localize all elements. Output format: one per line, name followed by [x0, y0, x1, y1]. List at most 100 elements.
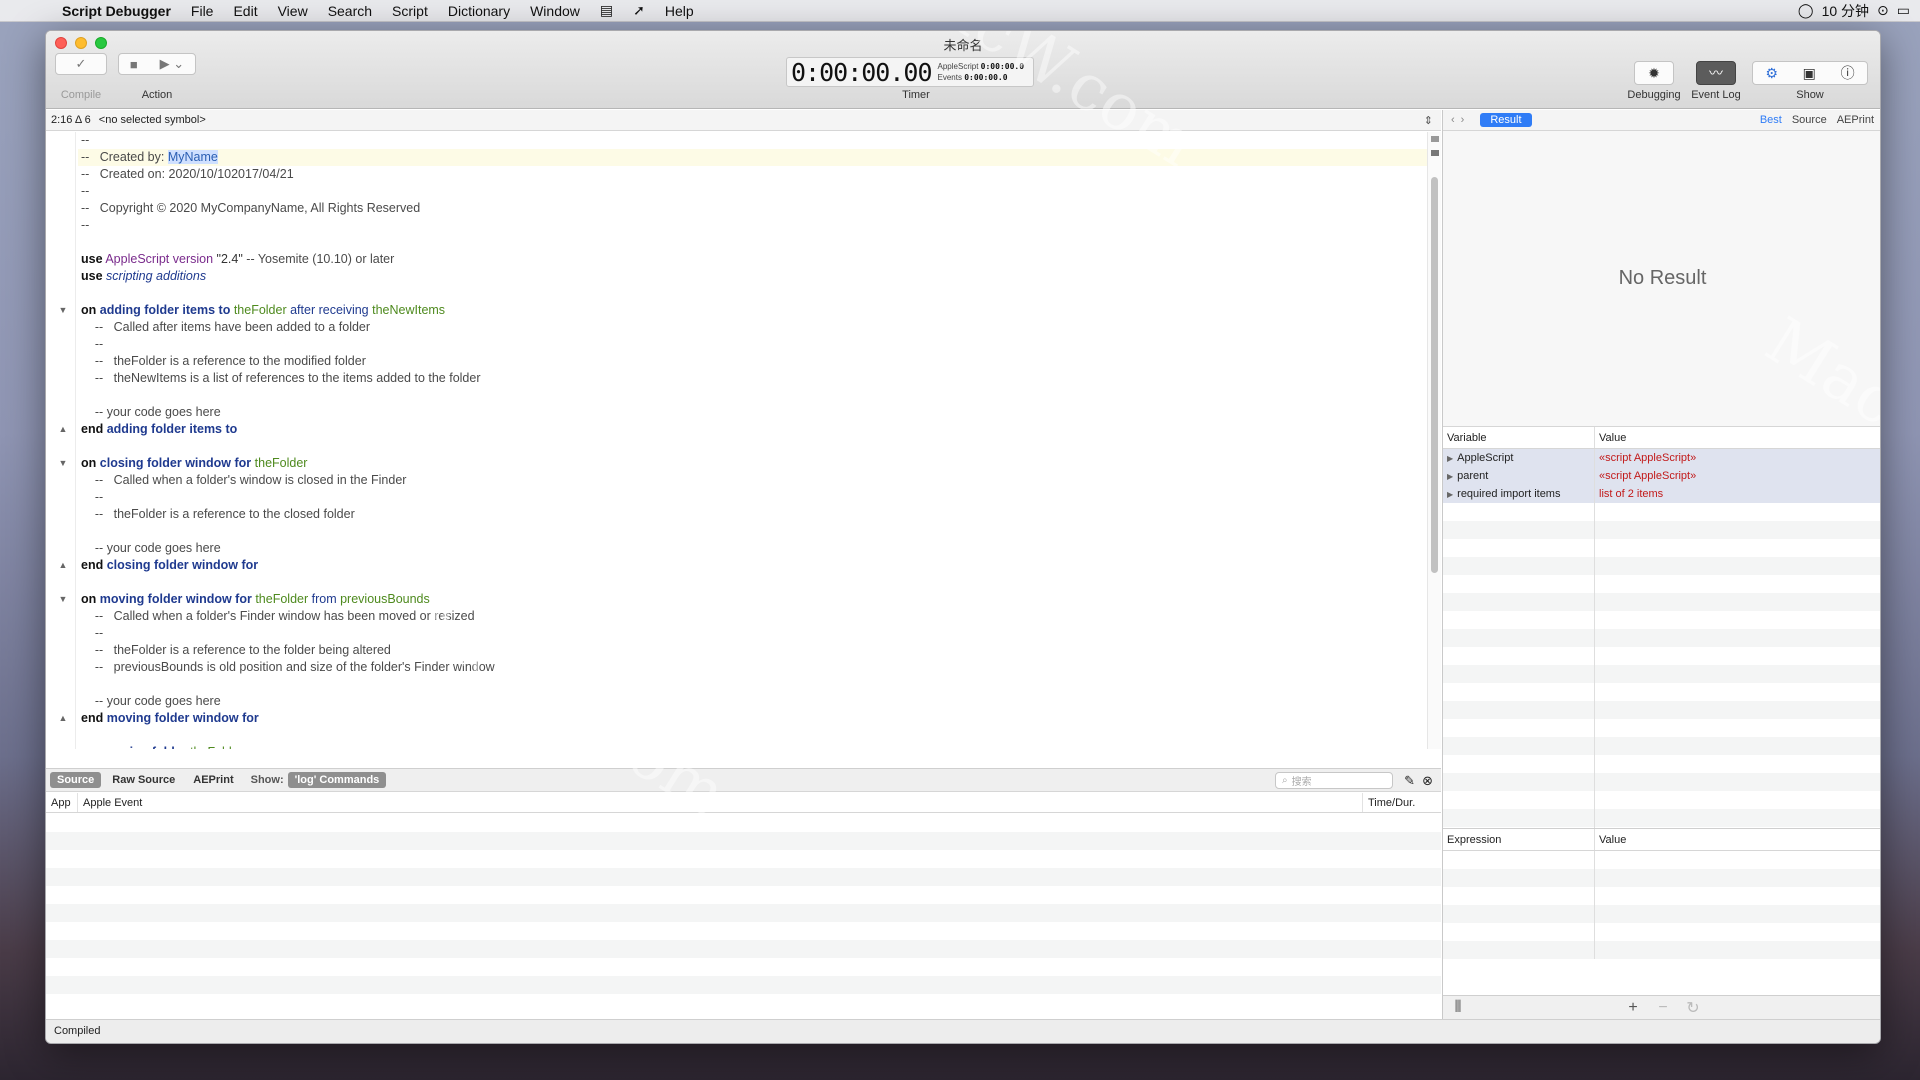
run-icon[interactable]: ▶ ⌄: [160, 56, 185, 72]
variables-table[interactable]: Variable Value ▶ AppleScript «script Appl…: [1443, 427, 1880, 829]
fold-toggle-icon[interactable]: ▼: [56, 591, 70, 608]
code-line[interactable]: -- theNewItems is a list of references t…: [78, 370, 1427, 387]
menu-help[interactable]: Help: [655, 3, 704, 19]
editor-scroll-thumb[interactable]: [1431, 177, 1438, 573]
log-tab-raw-source[interactable]: Raw Source: [105, 772, 182, 788]
code-line[interactable]: end adding folder items to ▲: [59, 421, 1427, 438]
script-menu-icon[interactable]: ▤: [590, 2, 623, 19]
event-log-button[interactable]: 〰: [1696, 61, 1736, 85]
tab-source[interactable]: Source: [1792, 114, 1827, 126]
disclosure-triangle-icon[interactable]: ▶: [1447, 454, 1453, 463]
code-line[interactable]: [78, 676, 1427, 693]
expression-column-header[interactable]: Expression: [1443, 829, 1595, 850]
code-line[interactable]: on closing folder window for theFolder ▼: [59, 455, 1427, 472]
action-button-group[interactable]: ■ ▶ ⌄: [118, 53, 196, 75]
code-line[interactable]: --: [78, 132, 1427, 149]
code-line[interactable]: [78, 387, 1427, 404]
menu-window[interactable]: Window: [520, 3, 590, 19]
control-center-icon[interactable]: ▭: [1897, 2, 1910, 19]
code-line[interactable]: --: [78, 217, 1427, 234]
menu-search[interactable]: Search: [318, 3, 382, 19]
menu-view[interactable]: View: [268, 3, 318, 19]
back-arrow-icon[interactable]: ‹: [1451, 114, 1455, 126]
code-line[interactable]: -- theFolder is a reference to the modif…: [78, 353, 1427, 370]
drag-handle-icon[interactable]: ⦀: [1443, 999, 1473, 1017]
menu-file[interactable]: File: [181, 3, 224, 19]
code-line[interactable]: end closing folder window for ▲: [59, 557, 1427, 574]
code-line[interactable]: -- Called when a folder's Finder window …: [78, 608, 1427, 625]
fold-toggle-icon[interactable]: ▲: [56, 710, 70, 727]
show-button-group[interactable]: ⚙ ▣ ⓘ: [1752, 61, 1868, 85]
notification-icon[interactable]: ◯: [1798, 2, 1814, 19]
code-line[interactable]: on opening folder theFolder▼: [59, 744, 1427, 749]
tab-aeprint[interactable]: AEPrint: [1837, 114, 1874, 126]
code-line[interactable]: -- Called when a folder's window is clos…: [78, 472, 1427, 489]
variable-row[interactable]: ▶ required import items list of 2 items: [1443, 485, 1880, 503]
clear-log-icon[interactable]: ⊗: [1422, 773, 1433, 789]
compile-button[interactable]: ✓: [55, 53, 107, 75]
menu-script[interactable]: Script: [382, 3, 438, 19]
toolbox-icon[interactable]: ▣: [1803, 65, 1816, 82]
status-icon[interactable]: ⊙: [1877, 2, 1889, 19]
column-apple-event[interactable]: Apple Event: [78, 793, 1363, 812]
code-line[interactable]: --: [78, 336, 1427, 353]
code-line[interactable]: -- theFolder is a reference to the close…: [78, 506, 1427, 523]
info-icon[interactable]: ⓘ: [1841, 63, 1855, 83]
code-editor[interactable]: -- -- Created by: MyName -- Created on: 20…: [46, 132, 1441, 749]
column-app[interactable]: App: [46, 793, 78, 812]
value-column-header[interactable]: Value: [1595, 427, 1880, 448]
expressions-table[interactable]: Expression Value: [1443, 829, 1880, 969]
fold-toggle-icon[interactable]: ▼: [56, 744, 70, 749]
add-expression-button[interactable]: +: [1618, 999, 1648, 1017]
forward-arrow-icon[interactable]: ›: [1461, 114, 1465, 126]
expression-value-column-header[interactable]: Value: [1595, 829, 1880, 850]
log-show-filter[interactable]: 'log' Commands: [287, 772, 387, 788]
code-line[interactable]: [78, 574, 1427, 591]
gear-icon[interactable]: ⚙: [1765, 65, 1778, 82]
code-line[interactable]: -- previousBounds is old position and si…: [78, 659, 1427, 676]
editor-scrollbar[interactable]: [1427, 132, 1441, 749]
debugging-button[interactable]: ✹: [1634, 61, 1674, 85]
event-log-list[interactable]: [46, 814, 1441, 1019]
code-line[interactable]: --: [78, 183, 1427, 200]
menubar-clock[interactable]: 10 分钟: [1822, 1, 1869, 21]
log-tab-aeprint[interactable]: AEPrint: [186, 772, 240, 788]
result-button[interactable]: Result: [1480, 113, 1532, 127]
code-line[interactable]: -- Called after items have been added to…: [78, 319, 1427, 336]
menu-app-name[interactable]: Script Debugger: [52, 3, 181, 19]
tab-best[interactable]: Best: [1760, 114, 1782, 126]
fold-toggle-icon[interactable]: ▲: [56, 421, 70, 438]
menu-edit[interactable]: Edit: [223, 3, 267, 19]
variable-row[interactable]: ▶ AppleScript «script AppleScript»: [1443, 449, 1880, 467]
code-text[interactable]: -- -- Created by: MyName -- Created on: 20…: [59, 132, 1427, 749]
refresh-expression-button[interactable]: ↻: [1678, 998, 1708, 1018]
fold-toggle-icon[interactable]: ▼: [56, 302, 70, 319]
log-tab-source[interactable]: Source: [50, 772, 102, 788]
code-line[interactable]: -- your code goes here: [78, 404, 1427, 421]
code-line[interactable]: -- Created by: MyName: [78, 149, 1427, 166]
code-line[interactable]: on moving folder window for theFolder fr…: [59, 591, 1427, 608]
code-line[interactable]: -- theFolder is a reference to the folde…: [78, 642, 1427, 659]
navigator-icon[interactable]: [1431, 150, 1439, 156]
column-time[interactable]: Time/Dur.: [1363, 793, 1441, 812]
fold-toggle-icon[interactable]: ▲: [56, 557, 70, 574]
disclosure-triangle-icon[interactable]: ▶: [1447, 472, 1453, 481]
code-line[interactable]: on adding folder items to theFolder afte…: [59, 302, 1427, 319]
stop-icon[interactable]: ■: [130, 57, 138, 72]
fold-toggle-icon[interactable]: ▼: [56, 455, 70, 472]
scripts-menu-icon[interactable]: ➚: [623, 2, 655, 19]
code-line[interactable]: [78, 523, 1427, 540]
menu-dictionary[interactable]: Dictionary: [438, 3, 520, 19]
code-line[interactable]: [78, 234, 1427, 251]
eraser-icon[interactable]: ✎: [1404, 773, 1415, 789]
code-line[interactable]: -- Copyright © 2020 MyCompanyName, All R…: [78, 200, 1427, 217]
log-search-input[interactable]: ⌕ 搜索: [1275, 772, 1393, 789]
variable-column-header[interactable]: Variable: [1443, 427, 1595, 448]
line-gutter[interactable]: [46, 132, 76, 749]
variable-row[interactable]: ▶ parent «script AppleScript»: [1443, 467, 1880, 485]
symbol-popup[interactable]: <no selected symbol>: [99, 114, 206, 126]
split-icon[interactable]: [1431, 136, 1439, 142]
symbol-stepper-icon[interactable]: ⇕: [1424, 114, 1441, 127]
code-line[interactable]: [78, 727, 1427, 744]
code-line[interactable]: use scripting additions: [78, 268, 1427, 285]
